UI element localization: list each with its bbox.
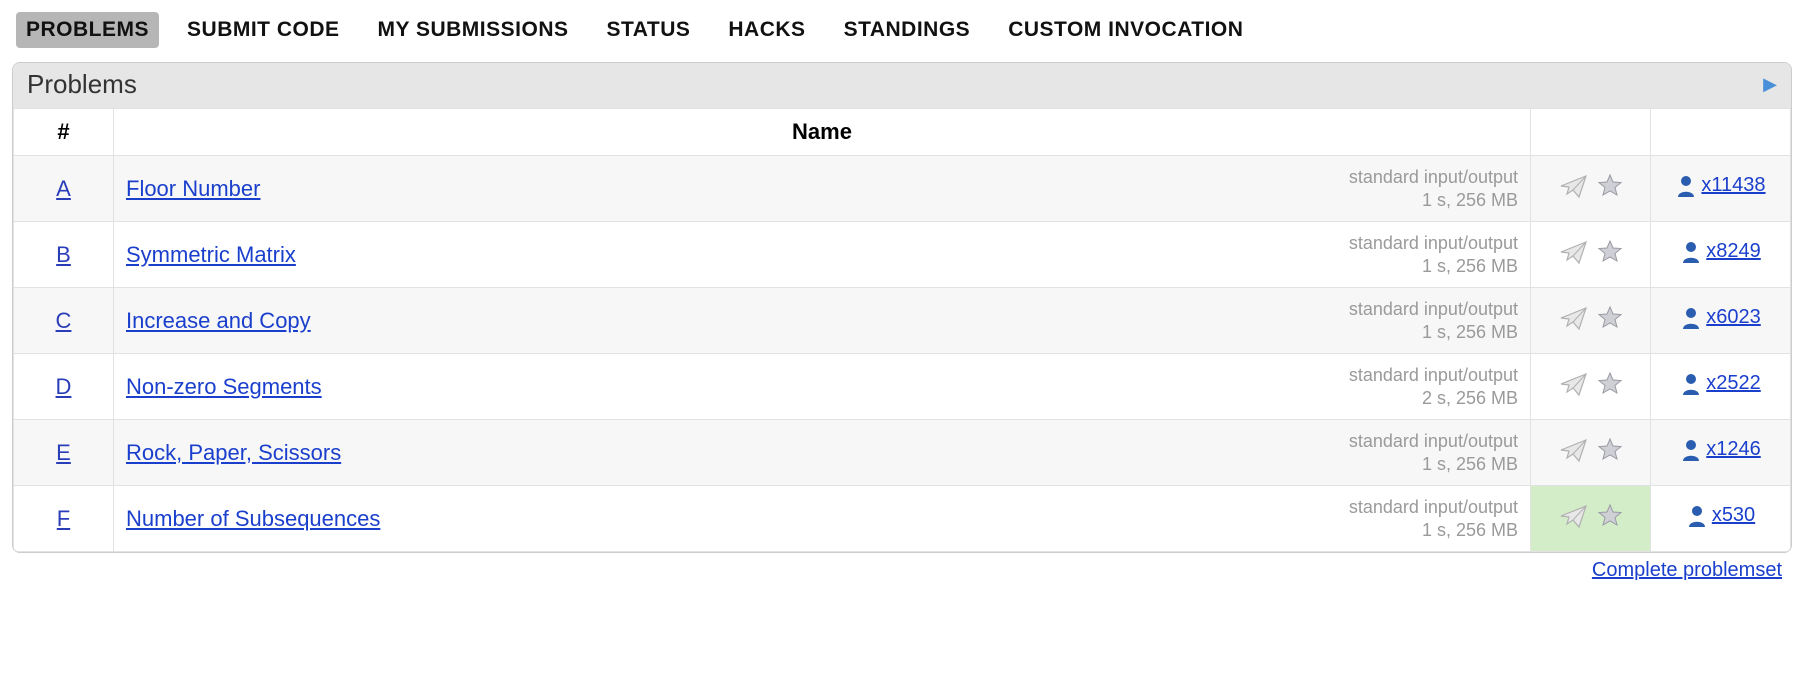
problem-index: F [14,486,114,552]
solved-count-cell: x6023 [1651,288,1791,354]
solved-count-link[interactable]: x2522 [1706,372,1761,395]
col-header-name: Name [114,109,1531,156]
problem-title-link[interactable]: Symmetric Matrix [126,242,296,268]
problem-name-cell: Number of Subsequences standard input/out… [114,486,1531,552]
favorite-icon[interactable] [1597,305,1623,331]
favorite-icon[interactable] [1597,173,1623,199]
favorite-icon[interactable] [1597,371,1623,397]
tab-standings[interactable]: STANDINGS [834,12,981,48]
favorite-icon[interactable] [1597,503,1623,529]
table-row: C Increase and Copy standard input/output1… [14,288,1791,354]
solved-count-link[interactable]: x530 [1712,504,1755,527]
person-icon [1680,438,1702,462]
problem-actions [1531,156,1651,222]
person-icon [1675,174,1697,198]
problem-actions [1531,288,1651,354]
problem-index: B [14,222,114,288]
problem-limits: standard input/output1 s, 256 MB [1349,496,1518,541]
submit-icon[interactable] [1559,239,1589,265]
submit-icon[interactable] [1559,305,1589,331]
person-icon [1680,240,1702,264]
problem-index-link[interactable]: D [56,374,72,399]
col-header-solved [1651,109,1791,156]
problem-limits: standard input/output1 s, 256 MB [1349,430,1518,475]
problem-actions [1531,354,1651,420]
favorite-icon[interactable] [1597,239,1623,265]
table-row: B Symmetric Matrix standard input/output1 … [14,222,1791,288]
problem-limits: standard input/output1 s, 256 MB [1349,166,1518,211]
problem-index: D [14,354,114,420]
nav-tabs: PROBLEMS SUBMIT CODE MY SUBMISSIONS STATUS H… [12,12,1792,48]
problem-name-cell: Increase and Copy standard input/output1 … [114,288,1531,354]
solved-count-link[interactable]: x6023 [1706,306,1761,329]
problem-actions [1531,486,1651,552]
submit-icon[interactable] [1559,173,1589,199]
favorite-icon[interactable] [1597,437,1623,463]
problem-index-link[interactable]: F [57,506,70,531]
solved-count-link[interactable]: x1246 [1706,438,1761,461]
problem-limits: standard input/output1 s, 256 MB [1349,232,1518,277]
problem-limits: standard input/output1 s, 256 MB [1349,298,1518,343]
solved-count-cell: x530 [1651,486,1791,552]
submit-icon[interactable] [1559,371,1589,397]
problem-actions [1531,222,1651,288]
person-icon [1680,372,1702,396]
person-icon [1686,504,1708,528]
tab-problems[interactable]: PROBLEMS [16,12,159,48]
problem-name-cell: Rock, Paper, Scissors standard input/outp… [114,420,1531,486]
solved-count-cell: x2522 [1651,354,1791,420]
panel-title: Problems [27,69,137,100]
solved-count-link[interactable]: x8249 [1706,240,1761,263]
problem-index: C [14,288,114,354]
submit-icon[interactable] [1559,437,1589,463]
table-row: E Rock, Paper, Scissors standard input/out… [14,420,1791,486]
problem-limits: standard input/output2 s, 256 MB [1349,364,1518,409]
problem-index-link[interactable]: E [56,440,71,465]
solved-count-cell: x11438 [1651,156,1791,222]
problem-title-link[interactable]: Non-zero Segments [126,374,322,400]
problem-index: E [14,420,114,486]
problem-name-cell: Floor Number standard input/output1 s, 25… [114,156,1531,222]
problem-title-link[interactable]: Floor Number [126,176,260,202]
problem-title-link[interactable]: Increase and Copy [126,308,311,334]
tab-custom-invocation[interactable]: CUSTOM INVOCATION [998,12,1253,48]
col-header-index: # [14,109,114,156]
problem-actions [1531,420,1651,486]
problems-table: # Name A Floor Number standard input/outpu… [13,108,1791,552]
table-row: A Floor Number standard input/output1 s, 2… [14,156,1791,222]
problem-name-cell: Symmetric Matrix standard input/output1 s… [114,222,1531,288]
problem-index-link[interactable]: B [56,242,71,267]
problem-index-link[interactable]: C [56,308,72,333]
solved-count-cell: x8249 [1651,222,1791,288]
problem-title-link[interactable]: Rock, Paper, Scissors [126,440,341,466]
table-row: F Number of Subsequences standard input/ou… [14,486,1791,552]
complete-problemset-link[interactable]: Complete problemset [1592,559,1782,581]
problem-title-link[interactable]: Number of Subsequences [126,506,380,532]
col-header-actions [1531,109,1651,156]
tab-submit-code[interactable]: SUBMIT CODE [177,12,350,48]
person-icon [1680,306,1702,330]
solved-count-link[interactable]: x11438 [1701,174,1765,197]
solved-count-cell: x1246 [1651,420,1791,486]
problem-index: A [14,156,114,222]
table-row: D Non-zero Segments standard input/output2… [14,354,1791,420]
problem-index-link[interactable]: A [56,176,71,201]
submit-icon[interactable] [1559,503,1589,529]
footer: Complete problemset [12,553,1792,582]
tab-status[interactable]: STATUS [597,12,701,48]
collapse-arrow-icon[interactable]: ▶ [1763,74,1777,95]
tab-hacks[interactable]: HACKS [718,12,815,48]
panel-header: Problems ▶ [13,63,1791,108]
problem-name-cell: Non-zero Segments standard input/output2 … [114,354,1531,420]
tab-my-submissions[interactable]: MY SUBMISSIONS [368,12,579,48]
problems-panel: Problems ▶ # Name A Floor Number standard … [12,62,1792,553]
